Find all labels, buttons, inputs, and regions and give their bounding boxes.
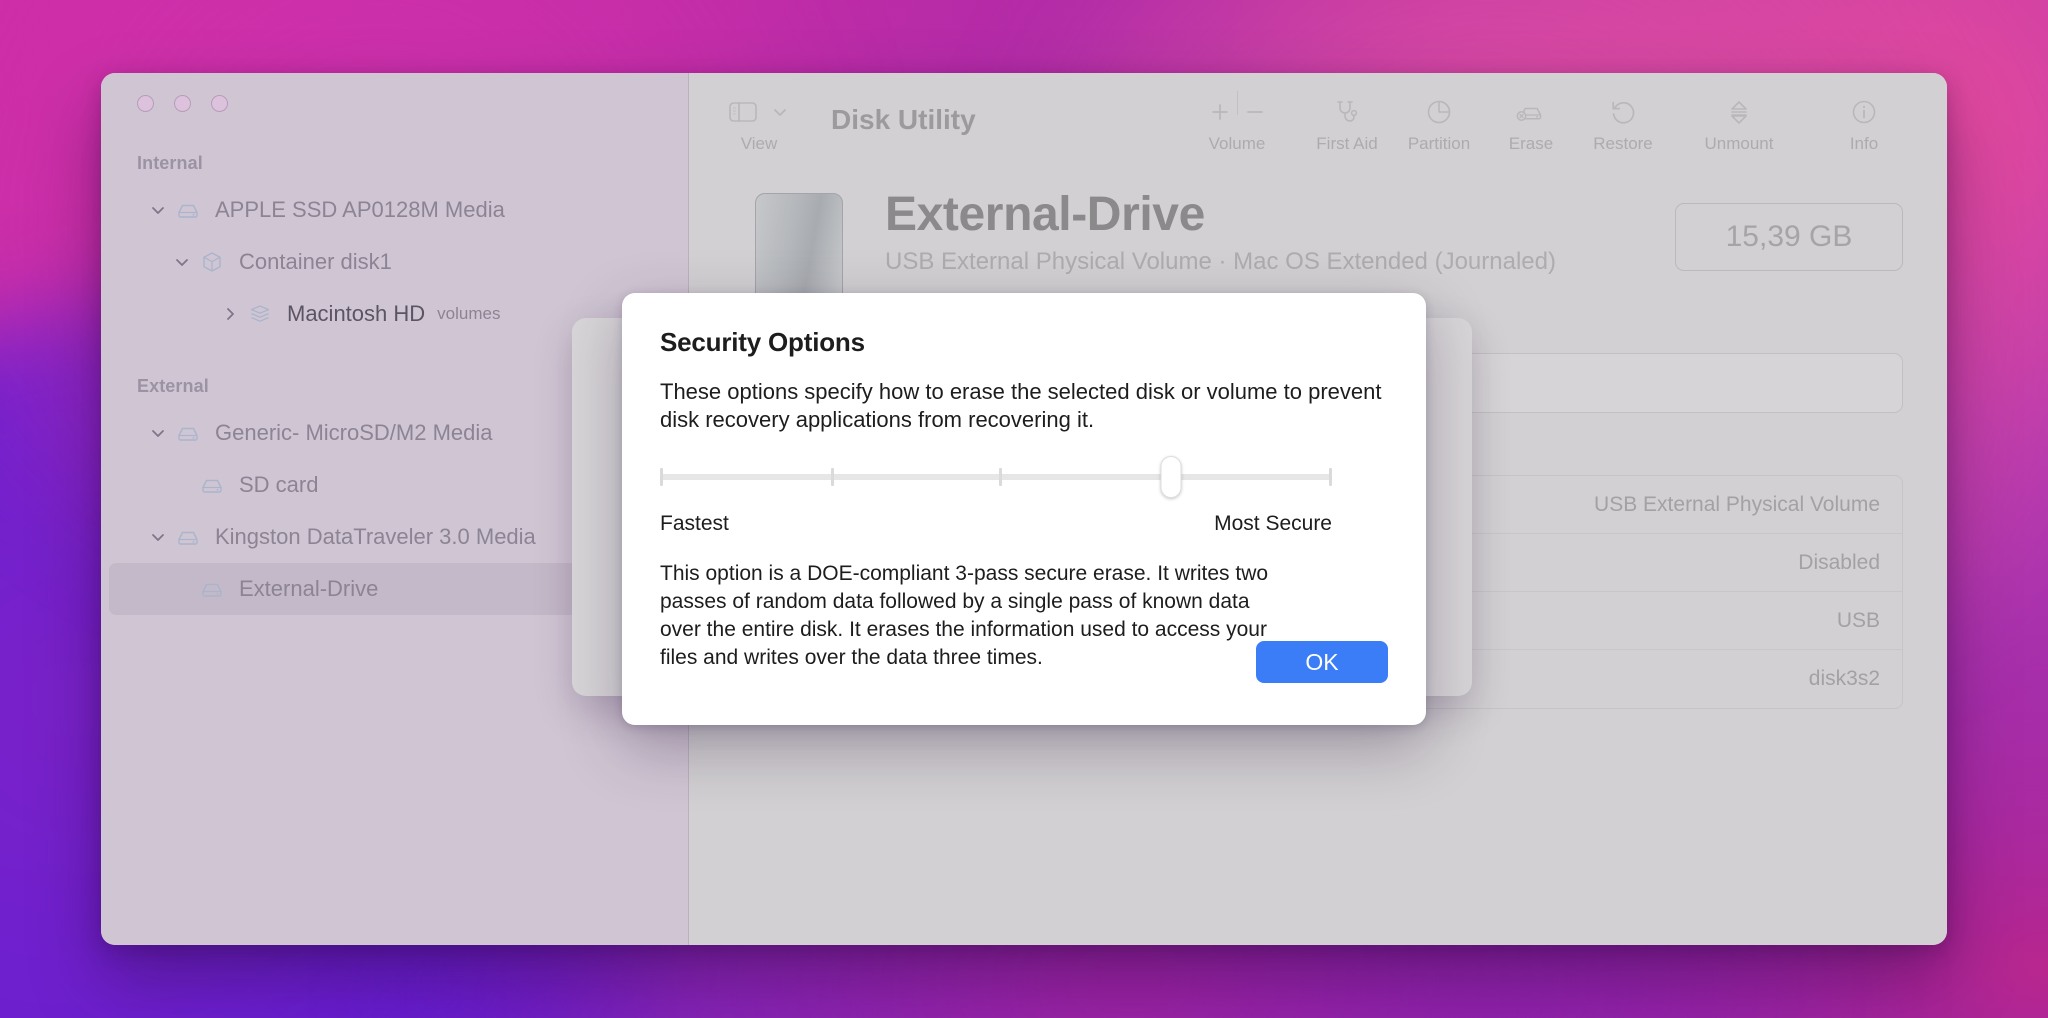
slider-min-label: Fastest	[660, 512, 729, 536]
dialog-layer: Security Options These options specify h…	[0, 0, 2048, 1018]
slider-thumb[interactable]	[1160, 456, 1182, 499]
security-options-dialog: Security Options These options specify h…	[622, 293, 1426, 725]
slider-tick	[660, 468, 663, 487]
ok-button[interactable]: OK	[1256, 641, 1388, 683]
security-level-slider[interactable]	[660, 456, 1332, 499]
slider-tick	[1329, 468, 1332, 487]
dialog-title: Security Options	[660, 327, 865, 357]
selected-option-description: This option is a DOE-compliant 3-pass se…	[660, 562, 1269, 670]
slider-max-label: Most Secure	[1214, 512, 1332, 536]
slider-labels: Fastest Most Secure	[660, 512, 1332, 536]
slider-tick	[831, 468, 834, 487]
slider-track[interactable]	[660, 474, 1332, 481]
dialog-description: These options specify how to erase the s…	[660, 379, 1382, 433]
slider-tick	[999, 468, 1002, 487]
